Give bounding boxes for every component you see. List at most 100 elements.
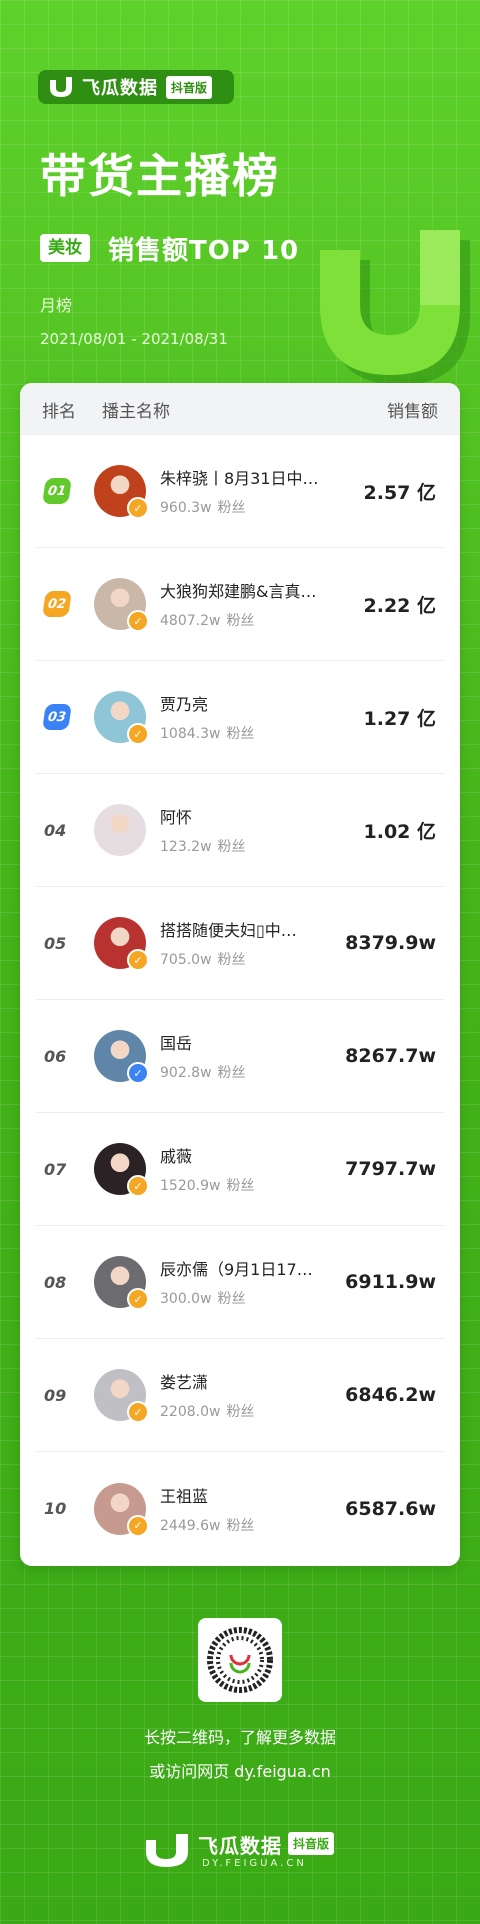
rank-medal: 02 [42,591,72,617]
rank-cell: 04 [36,821,94,840]
verified-check-icon: ✓ [127,949,149,971]
sales-value: 8379.9w [345,932,436,954]
avatar[interactable]: ✓ [94,465,149,519]
streamer-info: 国岳 902.8w 粉丝 [160,1030,345,1082]
fans-value: 1520.9w [160,1178,221,1194]
date-range: 2021/08/01 - 2021/08/31 [40,330,228,348]
streamer-name[interactable]: 阿怀 [160,804,350,828]
table-header: 排名 播主名称 销售额 [20,383,460,435]
fans-label: 粉丝 [217,952,246,968]
fans-count: 4807.2w 粉丝 [160,610,364,630]
rank-number: 09 [44,1385,67,1405]
streamer-info: 辰亦儒（9月1日17… 300.0w 粉丝 [160,1256,345,1308]
fans-label: 粉丝 [226,1404,255,1420]
streamer-name[interactable]: 搭搭随便夫妇▯中… [160,917,345,941]
streamer-name[interactable]: 朱梓骁丨8月31日中… [160,465,350,489]
qr-code[interactable] [198,1618,282,1702]
avatar[interactable]: ✓ [94,917,149,971]
fans-count: 123.2w 粉丝 [160,836,364,856]
category-badge: 美妆 [40,234,90,262]
streamer-name[interactable]: 戚薇 [160,1143,345,1167]
rank-number: 07 [44,1159,67,1179]
col-header-sales: 销售额 [387,401,438,422]
avatar[interactable]: ✓ [94,1482,149,1537]
rank-cell: 03 [36,704,94,730]
table-row[interactable]: 03 ✓ 贾乃亮 1084.3w 粉丝 1.27 亿 [36,661,444,774]
rank-cell: 08 [36,1273,94,1292]
table-row[interactable]: 07 ✓ 戚薇 1520.9w 粉丝 7797.7w [36,1113,444,1226]
avatar[interactable]: ✓ [94,1030,149,1084]
fans-count: 300.0w 粉丝 [160,1288,345,1308]
avatar-image [94,804,146,856]
streamer-info: 贾乃亮 1084.3w 粉丝 [160,691,364,743]
avatar[interactable] [94,804,146,856]
verified-check-icon: ✓ [127,497,149,519]
table-row[interactable]: 06 ✓ 国岳 902.8w 粉丝 8267.7w [36,1000,444,1113]
sales-value: 6846.2w [345,1384,436,1406]
fans-count: 960.3w 粉丝 [160,497,364,517]
brand-name: 飞瓜数据 [82,78,158,99]
fans-count: 902.8w 粉丝 [160,1062,345,1082]
sales-value: 1.02 亿 [363,820,437,843]
streamer-name[interactable]: 国岳 [160,1030,345,1054]
rank-cell: 06 [36,1047,94,1066]
table-row[interactable]: 05 ✓ 搭搭随便夫妇▯中… 705.0w 粉丝 8379.9w [36,887,444,1000]
poster: 飞瓜数据 抖音版 带货主播榜 美妆 销售额TOP 10 月榜 2021/08/0… [0,0,480,1924]
brand-logo-decoration [320,230,470,385]
avatar[interactable]: ✓ [94,1256,149,1310]
streamer-name[interactable]: 贾乃亮 [160,691,350,715]
streamer-name[interactable]: 娄艺潇 [160,1369,345,1393]
footer-domain[interactable]: DY.FEIGUA.CN [202,1858,307,1869]
fans-value: 2208.0w [160,1404,221,1420]
table-row[interactable]: 09 ✓ 娄艺潇 2208.0w 粉丝 6846.2w [36,1339,444,1452]
streamer-info: 阿怀 123.2w 粉丝 [160,804,364,856]
fans-label: 粉丝 [217,839,246,855]
table-row[interactable]: 01 ✓ 朱梓骁丨8月31日中… 960.3w 粉丝 2.57 亿 [36,435,444,548]
page-subtitle: 销售额TOP 10 [108,236,300,266]
sales-value: 6911.9w [345,1271,436,1293]
verified-check-icon: ✓ [127,723,149,745]
footer-brand-name: 飞瓜数据 [198,1834,282,1858]
verified-check-icon: ✓ [127,610,149,632]
col-header-name: 播主名称 [102,401,170,422]
table-row[interactable]: 08 ✓ 辰亦儒（9月1日17… 300.0w 粉丝 6911.9w [36,1226,444,1339]
avatar[interactable]: ✓ [94,1143,149,1197]
brand-badge: 抖音版 [166,75,213,99]
streamer-name[interactable]: 辰亦儒（9月1日17… [160,1256,345,1280]
fans-label: 粉丝 [217,1065,246,1081]
verified-check-icon: ✓ [127,1514,149,1537]
sales-value: 6587.6w [345,1497,436,1520]
rank-number: 04 [44,820,67,840]
avatar[interactable]: ✓ [94,691,149,745]
rank-medal: 01 [42,478,72,504]
rank-cell: 02 [36,591,94,617]
verified-check-icon: ✓ [127,1288,149,1310]
fans-value: 2449.6w [160,1517,221,1534]
streamer-name[interactable]: 王祖蓝 [160,1483,345,1507]
footer-brand-badge: 抖音版 [288,1832,335,1855]
table-row[interactable]: 04 阿怀 123.2w 粉丝 1.02 亿 [36,774,444,887]
fans-value: 123.2w [160,839,212,855]
fans-value: 960.3w [160,500,212,516]
rank-cell: 05 [36,934,94,953]
table-row[interactable]: 02 ✓ 大狼狗郑建鹏&言真… 4807.2w 粉丝 2.22 亿 [36,548,444,661]
rank-number: 08 [44,1272,67,1292]
fans-label: 粉丝 [226,1517,255,1534]
streamer-name[interactable]: 大狼狗郑建鹏&言真… [160,578,350,602]
avatar[interactable]: ✓ [94,1369,149,1423]
col-header-rank: 排名 [42,401,76,422]
cta-line-2: 或访问网页 dy.feigua.cn [149,1762,331,1781]
fans-value: 4807.2w [160,613,221,629]
verified-check-icon: ✓ [127,1062,149,1084]
rank-cell: 09 [36,1386,94,1405]
table-row[interactable]: 10 ✓ 王祖蓝 2449.6w 粉丝 6587.6w [36,1452,444,1565]
fans-value: 705.0w [160,952,212,968]
avatar[interactable]: ✓ [94,578,149,632]
fans-count: 2449.6w 粉丝 [160,1515,345,1535]
streamer-info: 娄艺潇 2208.0w 粉丝 [160,1369,345,1421]
fans-label: 粉丝 [226,613,255,629]
fans-count: 1520.9w 粉丝 [160,1175,345,1195]
rank-number: 10 [44,1499,67,1518]
fans-value: 300.0w [160,1291,212,1307]
fans-value: 902.8w [160,1065,212,1081]
